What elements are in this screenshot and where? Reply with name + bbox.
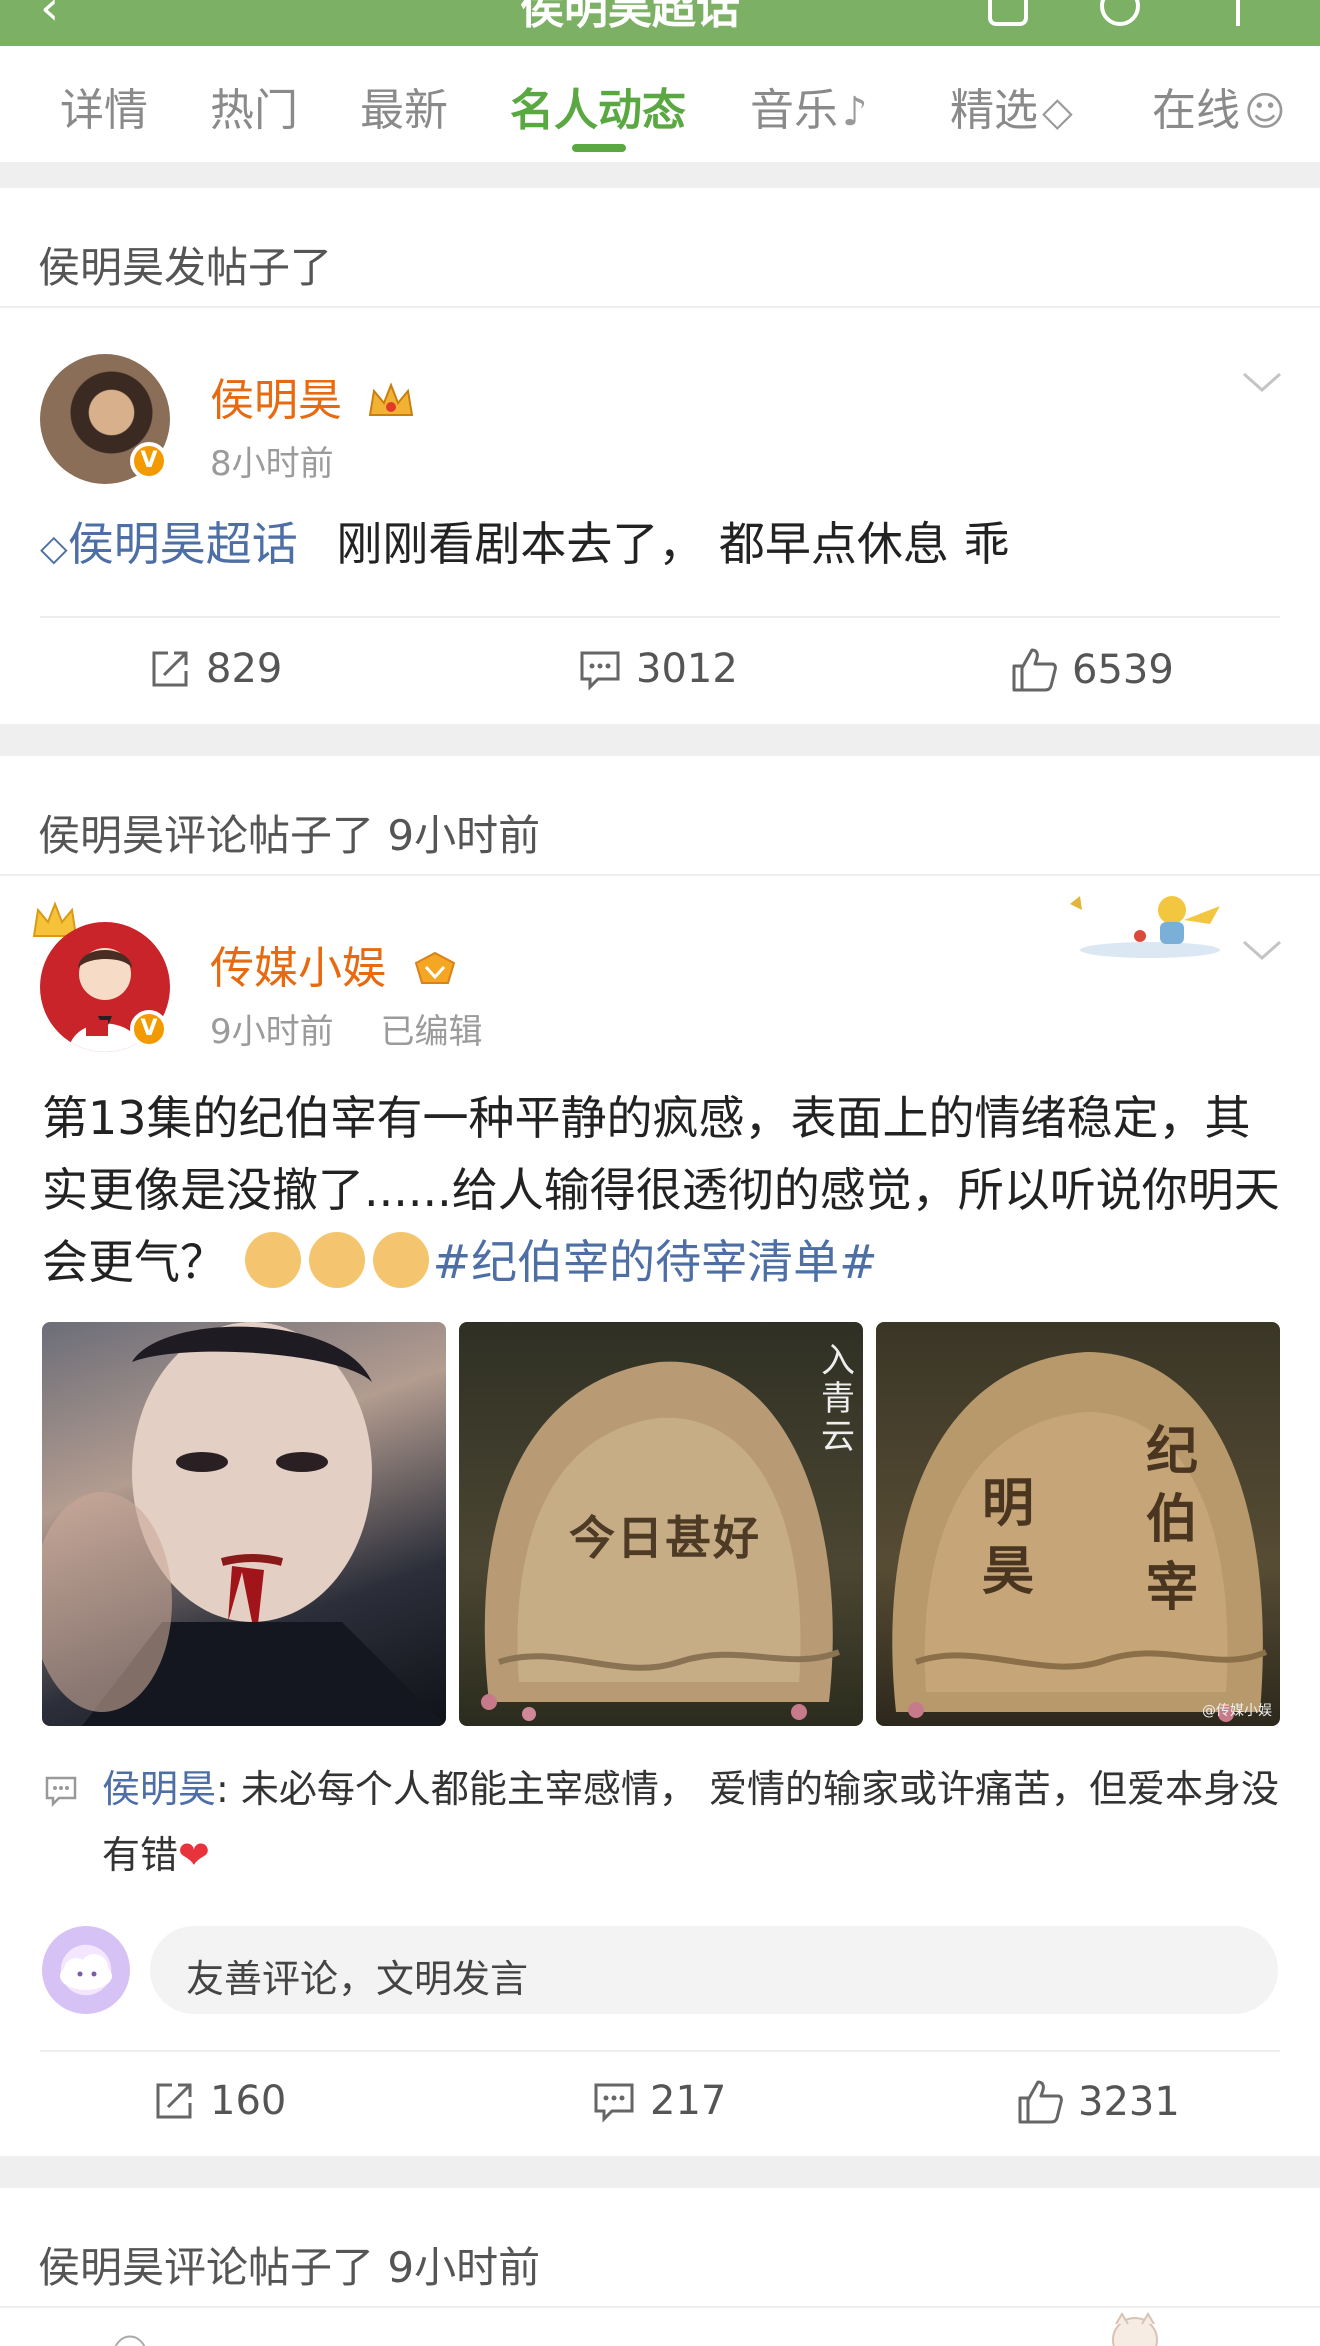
comment-count: 3012 xyxy=(636,646,738,692)
post-image[interactable]: 今日甚好 入青云 xyxy=(459,1322,863,1726)
post-image[interactable]: 明昊 纪伯宰 @传媒小娱 xyxy=(876,1322,1280,1726)
gem-icon: ◇ xyxy=(1042,89,1073,135)
like-count: 6539 xyxy=(1072,647,1174,693)
comment-button[interactable]: 217 xyxy=(592,2078,726,2124)
comment-button[interactable]: 3012 xyxy=(578,646,738,692)
like-button[interactable]: 6539 xyxy=(1010,646,1174,694)
repost-icon xyxy=(156,2083,192,2119)
avatar-crown-icon xyxy=(114,2335,146,2346)
hashtag-link[interactable]: #纪伯宰的待宰清单# xyxy=(433,1235,878,1289)
image-watermark: @传媒小娱 xyxy=(1202,1703,1272,1719)
topic-link-text: 侯明昊超话 xyxy=(67,517,298,571)
app-header: ‹ 侯明昊超话 xyxy=(0,0,1320,46)
stone-inscription-left: 明昊 xyxy=(982,1474,1035,1602)
comment-text: 未必每个人都能主宰感情， 爱情的输家或许痛苦，但爱本身没有错 xyxy=(102,1767,1279,1877)
divider xyxy=(40,616,1280,618)
post-meta: 9小时前 已编辑 xyxy=(210,1004,482,1053)
comment-icon xyxy=(580,651,620,691)
smiley-icon: ☺ xyxy=(1244,89,1286,135)
active-tab-indicator xyxy=(572,144,626,152)
decorative-sticker-icon xyxy=(1070,896,1220,958)
post-text: 第13集的纪伯宰有一种平静的疯感，表面上的情绪稳定，其实更像是没撤了......… xyxy=(42,1082,1292,1298)
topic-link[interactable]: ◇侯明昊超话 xyxy=(40,517,312,571)
like-button[interactable]: 3231 xyxy=(1016,2078,1180,2126)
tab-music[interactable]: 音乐 ♪ xyxy=(750,74,868,138)
red-heart-icon: ❤ xyxy=(178,1833,210,1877)
thumbs-up-icon xyxy=(1018,2080,1063,2124)
post-image[interactable] xyxy=(42,1322,446,1726)
more-icon[interactable] xyxy=(1230,0,1240,26)
tab-online[interactable]: 在线 ☺ xyxy=(1152,74,1286,138)
emoji-doge-icon xyxy=(308,1232,365,1288)
feed-card: 侯明昊评论帖子了 9小时前 xyxy=(0,2188,1320,2346)
tab-hot[interactable]: 热门 xyxy=(210,74,298,138)
tab-music-label: 音乐 xyxy=(750,85,838,136)
post-time: 8小时前 xyxy=(210,444,334,484)
chevron-down-icon[interactable] xyxy=(1242,938,1282,962)
thumbs-up-icon xyxy=(1012,648,1057,692)
comment-icon xyxy=(594,2083,634,2123)
back-icon[interactable]: ‹ xyxy=(40,0,59,36)
emoji-doge-icon xyxy=(244,1232,301,1288)
share-icon[interactable] xyxy=(988,0,1028,26)
emoji-doge-icon xyxy=(372,1232,429,1288)
crown-icon xyxy=(368,382,414,416)
tab-bar: 详情 热门 最新 名人动态 音乐 ♪ 精选 ◇ 在线 ☺ xyxy=(0,46,1320,162)
level-badge-icon xyxy=(414,951,456,984)
author-name-text: 侯明昊 xyxy=(210,375,342,426)
verified-badge: V xyxy=(130,1010,168,1048)
post-text: ◇侯明昊超话 刚刚看剧本去了， 都早点休息 乖 xyxy=(40,508,1280,585)
repost-count: 160 xyxy=(210,2078,287,2124)
comment-preview-icon xyxy=(45,1776,77,1808)
like-count: 3231 xyxy=(1078,2079,1180,2125)
comment-author[interactable]: 侯明昊 xyxy=(102,1767,216,1811)
comment-preview[interactable]: 侯明昊: 未必每个人都能主宰感情， 爱情的输家或许痛苦，但爱本身没有错❤ xyxy=(102,1756,1282,1888)
repost-icon xyxy=(152,651,188,687)
topic-icon: ◇ xyxy=(40,528,68,569)
repost-count: 829 xyxy=(206,646,283,692)
feed-section-header: 侯明昊评论帖子了 9小时前 xyxy=(0,2188,1320,2308)
author-name[interactable]: 传媒小娱 xyxy=(210,932,460,996)
tab-details[interactable]: 详情 xyxy=(60,74,148,138)
feed-card: 侯明昊发帖子了 V 侯明昊 8小时前 ◇侯明昊超话 刚刚看剧本去了， 都早点休息… xyxy=(0,188,1320,724)
search-icon[interactable] xyxy=(1100,0,1140,26)
divider xyxy=(40,2050,1280,2052)
tab-latest[interactable]: 最新 xyxy=(360,74,448,138)
feed-section-header: 侯明昊发帖子了 xyxy=(0,188,1320,308)
decorative-sticker-icon xyxy=(1112,2312,1158,2346)
comment-count: 217 xyxy=(650,2078,727,2124)
repost-button[interactable]: 160 xyxy=(152,2078,286,2124)
music-note-icon: ♪ xyxy=(842,89,868,135)
drama-title-text: 入青云 xyxy=(821,1341,855,1457)
author-name-text: 传媒小娱 xyxy=(210,943,386,994)
post-time: 9小时前 xyxy=(210,1012,334,1052)
stone-inscription-right: 纪伯宰 xyxy=(1146,1422,1199,1618)
chevron-down-icon[interactable] xyxy=(1242,370,1282,394)
comment-input[interactable]: 友善评论，文明发言 xyxy=(150,1926,1278,2014)
tab-celebrity-updates[interactable]: 名人动态 xyxy=(510,74,686,138)
my-avatar[interactable] xyxy=(42,1926,130,2014)
post-body: 刚刚看剧本去了， 都早点休息 乖 xyxy=(336,517,1010,571)
tab-online-label: 在线 xyxy=(1152,85,1240,136)
tab-featured-label: 精选 xyxy=(950,85,1038,136)
feed-section-header: 侯明昊评论帖子了 9小时前 xyxy=(0,756,1320,876)
repost-button[interactable]: 829 xyxy=(148,646,282,692)
stone-inscription: 今日甚好 xyxy=(569,1511,761,1565)
verified-badge: V xyxy=(130,442,168,480)
edited-label: 已编辑 xyxy=(380,1012,483,1052)
tab-featured[interactable]: 精选 ◇ xyxy=(950,74,1073,138)
page-title: 侯明昊超话 xyxy=(520,0,740,34)
author-name[interactable]: 侯明昊 xyxy=(210,364,416,428)
